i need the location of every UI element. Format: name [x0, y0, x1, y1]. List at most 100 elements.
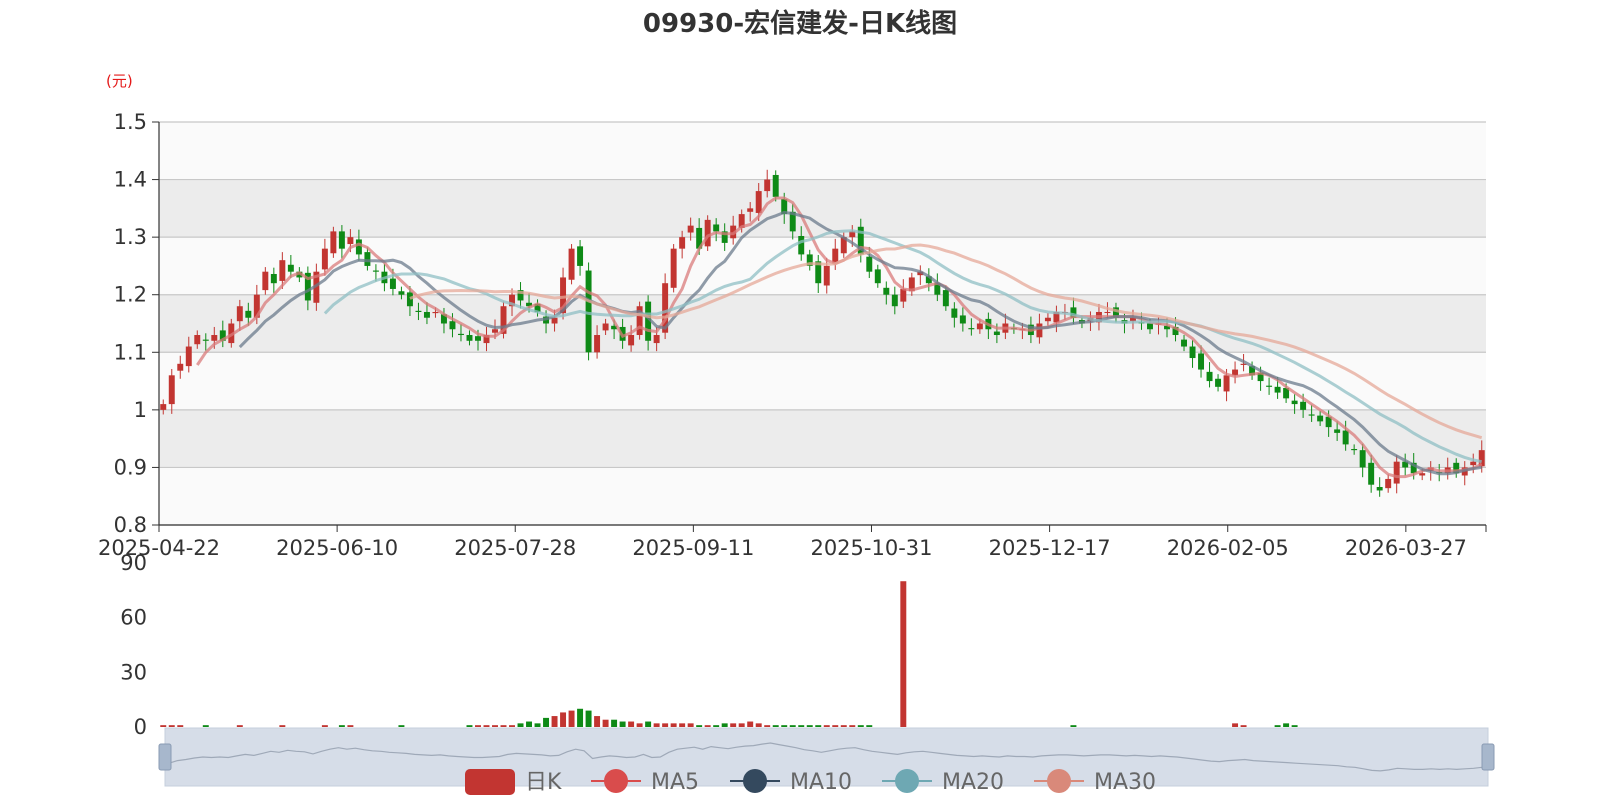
- price-tick-label: 1.4: [114, 168, 147, 192]
- candle-body: [1274, 386, 1281, 393]
- volume-bar: [764, 725, 771, 727]
- candle-body: [389, 278, 396, 289]
- volume-bar: [857, 725, 864, 727]
- price-band: [159, 409, 1486, 468]
- candle-body: [321, 248, 328, 270]
- candle-body: [713, 224, 720, 232]
- volume-bar: [398, 725, 405, 727]
- volume-axis: 90 60 30 0: [120, 551, 147, 739]
- candle-body: [747, 208, 754, 212]
- candle-body: [245, 310, 252, 318]
- volume-bar: [653, 723, 660, 727]
- candle-body: [168, 375, 175, 405]
- legend-label: MA10: [790, 770, 852, 795]
- candle-body: [338, 231, 345, 249]
- volume-bar: [798, 725, 805, 727]
- candle-body: [1147, 323, 1153, 330]
- candle-body: [236, 306, 243, 322]
- zoom-handle: [158, 743, 172, 771]
- volume-tick-label: 30: [120, 660, 147, 684]
- candle-body: [449, 321, 456, 330]
- price-tick-label: 1.5: [114, 110, 147, 134]
- price-tick-label: 1: [134, 398, 147, 422]
- volume-bar: [475, 725, 481, 727]
- volume-bar: [619, 721, 626, 727]
- volume-bar: [347, 725, 354, 727]
- volume-bar: [202, 725, 209, 727]
- candle-body: [602, 323, 609, 331]
- volume-bar: [840, 725, 847, 727]
- candle-body: [160, 404, 167, 410]
- volume-bar: [772, 725, 779, 727]
- candle-body: [1181, 339, 1187, 347]
- candle-body: [347, 237, 354, 245]
- legend-dot-marker: [1047, 769, 1071, 793]
- candle-body: [1104, 311, 1111, 313]
- candle-body: [755, 191, 762, 213]
- candle-body: [270, 273, 277, 284]
- volume-bar: [236, 725, 243, 727]
- volume-bar: [781, 725, 788, 727]
- price-band: [159, 467, 1486, 525]
- x-tick-label: 2026-03-27: [1345, 536, 1467, 560]
- volume-bar: [679, 723, 686, 727]
- price-tick-label: 1.1: [114, 340, 147, 364]
- volume-bar: [492, 725, 498, 727]
- volume-bar: [177, 725, 184, 727]
- candle-body: [976, 323, 983, 330]
- zoom-handle: [1481, 743, 1495, 771]
- candle-body: [1351, 449, 1358, 451]
- candle-body: [1206, 371, 1213, 382]
- volume-bar: [602, 719, 609, 727]
- x-tick-label: 2025-04-22: [98, 536, 220, 560]
- candle-body: [458, 333, 464, 336]
- candle-body: [891, 294, 898, 307]
- volume-bar: [1070, 725, 1077, 727]
- candle-body: [287, 264, 294, 272]
- candle-body: [1419, 473, 1426, 476]
- volume-bar: [1232, 723, 1239, 727]
- volume-bar: [509, 725, 515, 727]
- legend-dot-marker: [604, 769, 628, 793]
- volume-bar: [160, 725, 167, 727]
- volume-bar: [730, 723, 737, 727]
- candle-body: [1470, 461, 1477, 466]
- x-tick-label: 2025-06-10: [276, 536, 398, 560]
- legend-label: MA30: [1094, 770, 1156, 795]
- candle-body: [1385, 478, 1392, 489]
- price-tick-label: 0.8: [114, 513, 147, 537]
- legend-label: 日K: [525, 770, 562, 795]
- price-band: [159, 122, 1486, 180]
- volume-bars: [160, 581, 1298, 727]
- legend-candle-marker: [465, 769, 515, 795]
- candle-body: [1393, 461, 1400, 484]
- volume-bar: [696, 725, 703, 727]
- x-tick-label: 2025-12-17: [989, 536, 1111, 560]
- candle-body: [1291, 400, 1298, 405]
- volume-bar: [755, 723, 762, 727]
- candle-body: [1300, 401, 1307, 410]
- volume-bar: [517, 723, 524, 727]
- volume-bar: [611, 719, 618, 727]
- candle-body: [1376, 487, 1383, 491]
- price-unit-label: (元): [106, 72, 133, 90]
- volume-bar: [560, 712, 567, 727]
- candle-body: [423, 311, 430, 318]
- volume-bar: [670, 723, 677, 727]
- candle-body: [432, 311, 439, 314]
- x-axis: 2025-04-22 2025-06-10 2025-07-28 2025-09-11…: [98, 524, 1487, 560]
- candle-body: [415, 310, 422, 312]
- volume-bar: [585, 710, 592, 727]
- candle-body: [798, 235, 805, 255]
- x-tick-label: 2025-07-28: [454, 536, 576, 560]
- volume-bar: [866, 725, 873, 727]
- candle-body: [1223, 375, 1230, 392]
- candle-body: [653, 335, 660, 344]
- volume-bar: [704, 725, 711, 727]
- volume-bar: [526, 721, 533, 727]
- candle-body: [594, 335, 601, 353]
- volume-bar: [789, 725, 796, 727]
- candle-body: [993, 331, 1000, 336]
- volume-bar: [900, 581, 907, 727]
- candle-body: [364, 252, 371, 266]
